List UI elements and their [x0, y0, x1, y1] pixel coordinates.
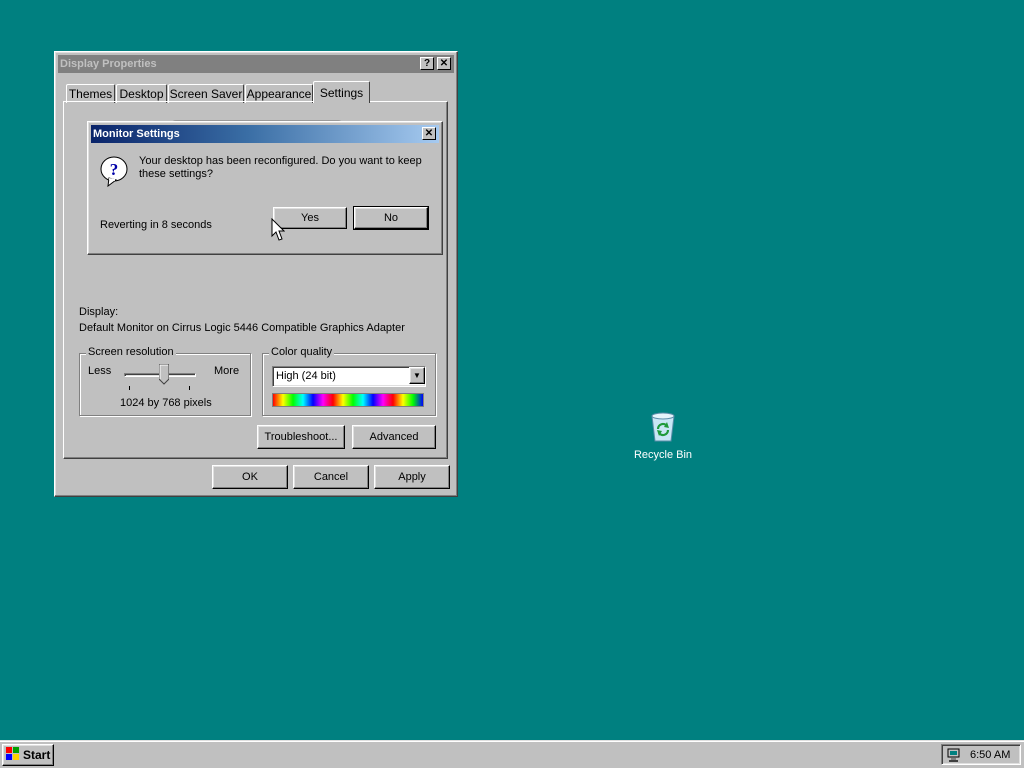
system-tray: 6:50 AM: [941, 744, 1021, 765]
screen-resolution-legend: Screen resolution: [86, 346, 176, 358]
revert-countdown: Reverting in 8 seconds: [100, 219, 212, 231]
display-label: Display:: [79, 306, 119, 318]
display-adapter-text: Default Monitor on Cirrus Logic 5446 Com…: [79, 322, 405, 334]
color-quality-legend: Color quality: [269, 346, 335, 358]
recycle-bin-shortcut[interactable]: Recycle Bin: [630, 411, 696, 465]
tab-strip: Themes Desktop Screen Saver Appearance S…: [64, 81, 444, 103]
close-button[interactable]: ✕: [422, 127, 436, 140]
resolution-slider[interactable]: [124, 363, 196, 390]
start-button[interactable]: Start: [2, 744, 54, 766]
no-button[interactable]: No: [353, 206, 429, 230]
screen-resolution-group: Screen resolution Less More 1024 by 768 …: [79, 346, 251, 416]
display-properties-window: Display Properties ? ✕ Themes Desktop Sc…: [54, 51, 458, 497]
slider-thumb[interactable]: [158, 363, 170, 385]
color-spectrum-bar: [272, 393, 424, 407]
help-button[interactable]: ?: [420, 57, 434, 70]
recycle-bin-label: Recycle Bin: [633, 449, 693, 461]
slider-tick-left: [129, 386, 130, 390]
dropdown-arrow-button[interactable]: ▼: [409, 367, 425, 384]
color-quality-group: Color quality High (24 bit) ▼: [262, 346, 436, 416]
cancel-button[interactable]: Cancel: [293, 465, 369, 489]
mouse-cursor: [271, 217, 286, 245]
tab-settings[interactable]: Settings: [313, 81, 370, 103]
close-button[interactable]: ✕: [437, 57, 451, 70]
svg-text:?: ?: [110, 160, 119, 179]
color-quality-select[interactable]: High (24 bit) ▼: [272, 366, 426, 387]
window-title: Display Properties: [60, 58, 157, 70]
display-settings-tray-icon[interactable]: [946, 747, 962, 766]
start-label: Start: [23, 748, 51, 762]
ok-button[interactable]: OK: [212, 465, 288, 489]
question-icon: ?: [100, 155, 130, 188]
monitor-settings-dialog: Monitor Settings ✕ ? Your desktop has be…: [87, 121, 443, 255]
clock: 6:50 AM: [970, 749, 1011, 761]
resolution-value-text: 1024 by 768 pixels: [120, 397, 212, 409]
taskbar: Start 6:50 AM: [0, 740, 1024, 768]
monitor-settings-titlebar[interactable]: Monitor Settings ✕: [91, 125, 439, 143]
recycle-bin-icon: [648, 411, 678, 446]
color-quality-selected-value: High (24 bit): [276, 370, 336, 382]
resolution-less-label: Less: [88, 365, 112, 377]
dialog-title: Monitor Settings: [93, 128, 180, 140]
apply-button[interactable]: Apply: [374, 465, 450, 489]
resolution-more-label: More: [214, 365, 240, 377]
display-properties-titlebar[interactable]: Display Properties ? ✕: [58, 55, 454, 73]
chevron-down-icon: ▼: [413, 371, 421, 380]
windows-logo-icon: [6, 747, 20, 763]
advanced-button[interactable]: Advanced: [352, 425, 436, 449]
dialog-message: Your desktop has been reconfigured. Do y…: [139, 155, 422, 180]
troubleshoot-button[interactable]: Troubleshoot...: [257, 425, 345, 449]
slider-tick-right: [189, 386, 190, 390]
